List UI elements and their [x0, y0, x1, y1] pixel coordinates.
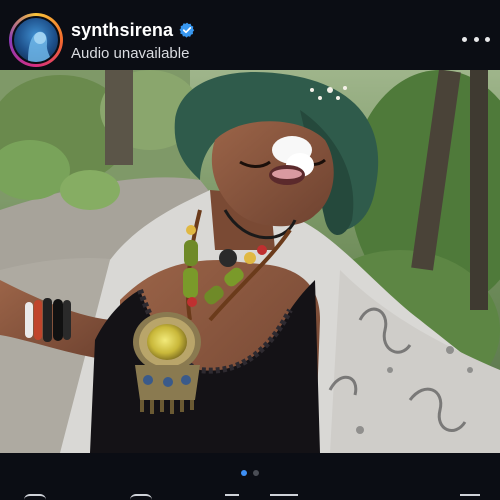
- action-bar: [0, 490, 500, 500]
- audio-status[interactable]: Audio unavailable: [71, 45, 189, 62]
- like-icon[interactable]: [24, 494, 46, 500]
- repost-icon[interactable]: [270, 494, 298, 500]
- comment-icon[interactable]: [130, 494, 152, 500]
- story-ring[interactable]: [9, 13, 63, 67]
- more-dot: [473, 36, 479, 42]
- post-image[interactable]: [0, 70, 500, 453]
- more-dot: [485, 36, 490, 42]
- photo-illustration: [0, 70, 500, 453]
- more-options-button[interactable]: [462, 30, 490, 48]
- avatar[interactable]: [12, 16, 60, 64]
- carousel-dot: [253, 470, 259, 476]
- carousel-dot-active: [241, 470, 247, 476]
- verified-badge-icon: [179, 22, 195, 38]
- more-dot: [462, 36, 467, 42]
- username-row: synthsirena: [71, 20, 195, 40]
- carousel-indicator: [0, 470, 500, 480]
- username[interactable]: synthsirena: [71, 20, 173, 41]
- avatar-figure-icon: [28, 31, 52, 62]
- bookmark-icon[interactable]: [460, 494, 480, 500]
- share-icon[interactable]: [225, 494, 239, 500]
- post-header: synthsirena Audio unavailable: [0, 0, 500, 70]
